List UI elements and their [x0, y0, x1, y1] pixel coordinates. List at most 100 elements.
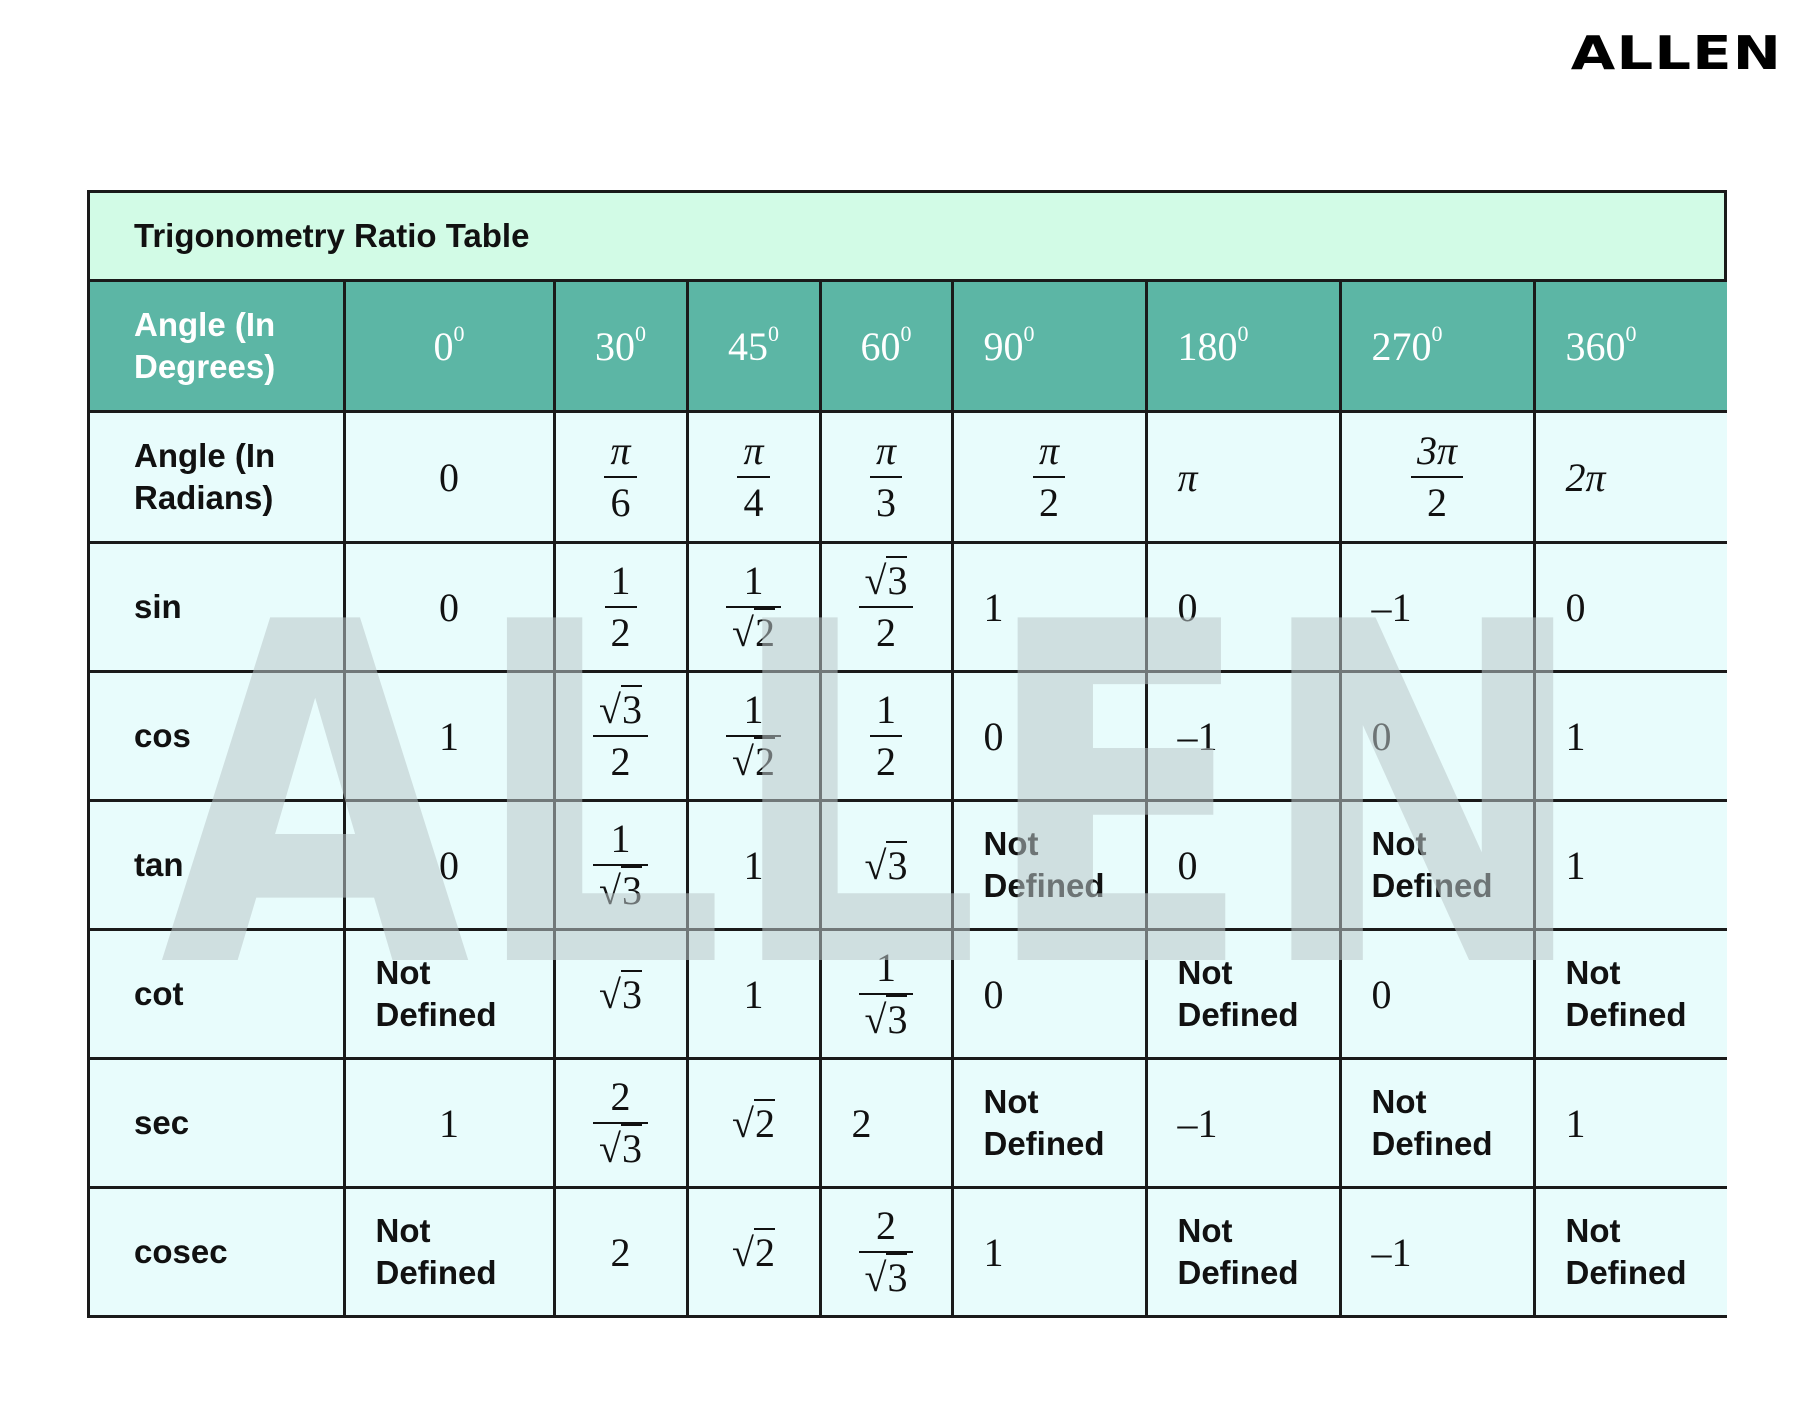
- radian-cell: 3π 2: [1338, 410, 1536, 544]
- numerator: 1: [870, 689, 902, 735]
- degree-number: 30: [595, 323, 635, 369]
- denominator: 3: [870, 478, 902, 524]
- value-text: 0: [1371, 971, 1392, 1017]
- ratio-value-cell: 1 √3: [552, 799, 689, 931]
- plain-value: 0: [1148, 544, 1339, 670]
- degree-number: 0: [433, 323, 454, 369]
- not-defined-line2: Defined: [983, 867, 1105, 904]
- radical-sign: √: [732, 610, 754, 655]
- degree-text: 600: [861, 321, 912, 370]
- numerator: π: [604, 430, 636, 476]
- fraction-value: π4: [689, 413, 819, 541]
- fraction-value: π6: [556, 413, 686, 541]
- radian-cell: π: [1144, 410, 1342, 544]
- not-defined-line2: Defined: [1371, 1125, 1493, 1162]
- sqrt-expression: √2: [732, 1098, 775, 1147]
- numerator: 1: [604, 818, 636, 864]
- degree-text: 1800: [1178, 321, 1249, 370]
- ratio-value-cell: √2: [685, 1057, 822, 1189]
- ratio-value-cell: 2 √3: [552, 1057, 689, 1189]
- radians-label-cell: Angle (In Radians): [90, 410, 346, 544]
- not-defined-value: Not Defined: [1148, 931, 1339, 1057]
- value-text: –1: [1371, 584, 1412, 630]
- value-text: 1: [439, 713, 459, 759]
- not-defined-value: Not Defined: [1148, 1189, 1339, 1315]
- denominator: 6: [604, 478, 636, 524]
- plain-value: 1: [1536, 1060, 1728, 1186]
- degree-header-cell: 3600: [1532, 282, 1727, 413]
- degree-text: 00: [433, 321, 465, 370]
- denominator-text: 2: [875, 610, 896, 655]
- fraction-value: 12: [556, 544, 686, 670]
- denominator-text: 2: [610, 610, 631, 655]
- ratio-value-cell: 1 √2: [685, 541, 822, 673]
- sqrt-expression: √3: [599, 1124, 642, 1171]
- not-defined-text: Not Defined: [1178, 1210, 1299, 1294]
- denominator: 2: [605, 608, 637, 654]
- value-text: 2: [610, 1229, 631, 1275]
- radical-sign: √: [599, 971, 621, 1017]
- value-text: 1: [743, 842, 764, 888]
- allen-logo: ALLEN: [1570, 26, 1782, 80]
- plain-value: 2π: [1536, 413, 1728, 541]
- radicand: 3: [886, 840, 908, 888]
- sqrt-expression: √3: [864, 840, 908, 889]
- ratio-value-cell: 1: [685, 928, 822, 1060]
- fraction: 2 √3: [858, 1205, 914, 1300]
- ratio-value-cell: 0: [1338, 670, 1536, 802]
- denominator: √2: [726, 737, 781, 784]
- degree-value: 300: [556, 282, 686, 410]
- plain-value: –1: [1148, 1060, 1339, 1186]
- ratio-value-cell: √3 2: [818, 541, 954, 673]
- table-title: Trigonometry Ratio Table: [90, 193, 1724, 282]
- fraction: 1 √3: [858, 947, 914, 1042]
- denominator-text: 2: [610, 739, 631, 784]
- not-defined-text: Not Defined: [1566, 952, 1687, 1036]
- value-text: 0: [1371, 713, 1392, 759]
- fraction: 3π 2: [1410, 428, 1464, 524]
- value-text: –1: [1177, 1100, 1218, 1146]
- ratio-value-cell: Not Defined: [1532, 1186, 1728, 1315]
- fraction: π2: [1032, 430, 1066, 524]
- plain-value: 1: [954, 1189, 1145, 1315]
- degree-header-cell: 600: [818, 282, 954, 413]
- row-cos: cos 1 √3 2 1 √2 1 2 0 –1 0 1: [90, 670, 1727, 802]
- ratio-name: cos: [134, 716, 191, 754]
- fraction: 1 √2: [726, 687, 781, 784]
- not-defined-line2: Defined: [1565, 1254, 1687, 1291]
- not-defined-value: Not Defined: [1536, 1189, 1728, 1315]
- denominator: √3: [859, 995, 914, 1042]
- degree-header-cell: 2700: [1338, 282, 1536, 413]
- denominator-text: 2: [876, 739, 896, 784]
- radical-sign: √: [864, 997, 887, 1042]
- row-label-degrees: Angle (In Degrees): [90, 304, 343, 388]
- ratio-value-cell: 0: [1532, 541, 1727, 673]
- ratio-label-cell: sec: [90, 1057, 346, 1189]
- sqrt-expression: √3: [599, 866, 642, 913]
- ratio-value-cell: 12: [552, 541, 689, 673]
- not-defined-value: Not Defined: [954, 1060, 1145, 1186]
- ratio-value-cell: 1: [1532, 1057, 1728, 1189]
- not-defined-text: Not Defined: [376, 952, 497, 1036]
- label-line1: Angle (In: [134, 436, 276, 474]
- numerator: π: [1033, 430, 1065, 476]
- plain-value: 0: [1148, 802, 1339, 928]
- denominator: 2: [1033, 478, 1065, 524]
- ratio-value-cell: 2: [818, 1057, 954, 1189]
- numerator-text: 1: [743, 687, 764, 732]
- fraction-value: √3 2: [556, 673, 686, 799]
- ratio-value-cell: Not Defined: [1144, 928, 1342, 1060]
- ratio-value-cell: √2: [685, 1186, 822, 1315]
- ratio-value-cell: √3: [818, 799, 954, 931]
- ratio-value-cell: 0: [342, 541, 556, 673]
- radical-sign: √: [864, 842, 887, 888]
- plain-value: 1: [954, 544, 1145, 670]
- sqrt-expression: √3: [599, 685, 642, 732]
- radian-cell: 0: [342, 410, 556, 544]
- ratio-value-cell: Not Defined: [1144, 1186, 1342, 1315]
- numerator-text: 3π: [1416, 428, 1458, 473]
- radian-cell: 2π: [1532, 410, 1728, 544]
- row-tan: tan 0 1 √3 1 √3 Not Defined 0 Not Defined 1: [90, 799, 1727, 931]
- degree-symbol: 0: [635, 321, 646, 347]
- degree-value: 900: [954, 282, 1145, 410]
